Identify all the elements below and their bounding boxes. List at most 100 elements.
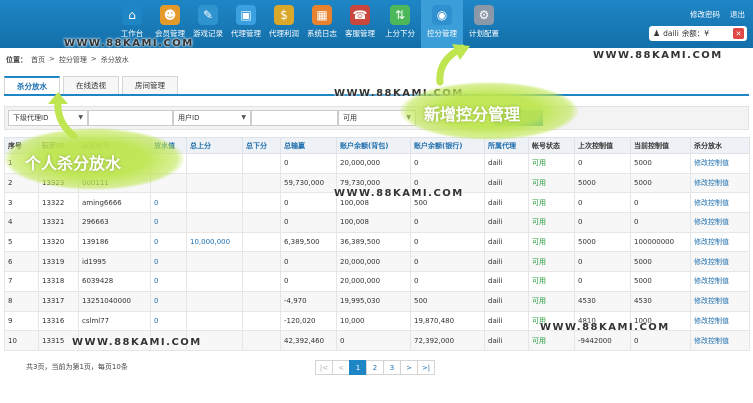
table-cell: 100000000 (630, 231, 691, 253)
table-cell: 20,000,000 (336, 153, 411, 174)
watermark-text: WWW.88KAMI.COM (593, 50, 723, 61)
callout-personal-kill: 个人杀分放水 (25, 154, 122, 173)
table-cell: 13316 (38, 310, 79, 332)
table-cell: 139186 (78, 231, 151, 253)
nav-item-6[interactable]: ☎ 客服管理 (341, 0, 379, 48)
nav-item-label: 代理管理 (231, 29, 261, 38)
breadcrumb-label: 位置： (6, 56, 27, 64)
table-cell (186, 310, 243, 332)
table-cell (242, 271, 281, 292)
modify-control-link[interactable]: 修改控制值 (690, 231, 750, 253)
modify-control-link[interactable]: 修改控制值 (690, 290, 750, 312)
table-cell: 可用 (528, 231, 575, 253)
modify-control-link[interactable]: 修改控制值 (690, 271, 750, 292)
nav-item-7[interactable]: ⇅ 上分下分 (379, 0, 421, 48)
table-cell: 0 (150, 231, 187, 253)
change-password-link[interactable]: 修改密码 (690, 9, 720, 20)
table-cell (186, 271, 243, 292)
page-button[interactable]: < (332, 360, 350, 375)
modify-control-link[interactable]: 修改控制值 (690, 251, 750, 273)
table-cell: daili (484, 290, 529, 312)
nav-item-9[interactable]: ⚙ 计划配置 (463, 0, 505, 48)
table-cell (186, 153, 243, 174)
nav-item-label: 上分下分 (385, 29, 415, 38)
table-cell (186, 172, 243, 194)
table-cell: 6 (4, 251, 39, 273)
table-cell: 0 (280, 153, 337, 174)
page-button[interactable]: > (400, 360, 418, 375)
table-cell (186, 290, 243, 312)
callout-arrow-icon (48, 92, 78, 140)
nav-item-5[interactable]: ▦ 系统日志 (303, 0, 341, 48)
calendar-icon: ▦ (312, 5, 332, 25)
table-cell (242, 153, 281, 174)
table-cell: 5 (4, 231, 39, 253)
table-cell: 72,392,000 (410, 330, 485, 351)
table-cell: 0 (150, 192, 187, 214)
table-cell: 13318 (38, 271, 79, 292)
modify-control-link[interactable]: 修改控制值 (690, 212, 750, 233)
nav-item-label: 客服管理 (345, 29, 375, 38)
table-cell (242, 172, 281, 194)
table-cell: 0 (410, 153, 485, 174)
users-icon: ☻ (160, 5, 180, 25)
modify-control-link[interactable]: 修改控制值 (690, 310, 750, 332)
table-cell: 可用 (528, 212, 575, 233)
money-bag-icon: $ (274, 5, 294, 25)
table-cell: 0 (410, 271, 485, 292)
logout-link[interactable]: 退出 (730, 9, 745, 20)
table-cell: 5000 (574, 172, 631, 194)
page-button[interactable]: >| (417, 360, 435, 375)
page-button[interactable]: |< (315, 360, 333, 375)
nav-item-4[interactable]: $ 代理利润 (265, 0, 303, 48)
table-cell: 19,995,030 (336, 290, 411, 312)
edit-icon: ✎ (198, 5, 218, 25)
table-cell (242, 192, 281, 214)
table-cell (242, 212, 281, 233)
table-cell: 可用 (528, 251, 575, 273)
table-cell: 可用 (528, 290, 575, 312)
watermark-text: WWW.88KAMI.COM (64, 38, 194, 49)
modify-control-link[interactable]: 修改控制值 (690, 153, 750, 174)
agent-id-input[interactable] (88, 110, 173, 126)
column-header: 总上分 (186, 137, 243, 154)
breadcrumb-item-control[interactable]: 控分管理 (59, 55, 87, 65)
nav-item-2[interactable]: ✎ 游戏记录 (189, 0, 227, 48)
close-icon[interactable]: ✕ (733, 28, 744, 39)
pagination: |< <1 2 3 > >| (315, 360, 435, 375)
user-id-input[interactable] (251, 110, 338, 126)
column-header: 上次控制值 (574, 137, 631, 154)
tab-room-management[interactable]: 房间管理 (122, 76, 178, 94)
modify-control-link[interactable]: 修改控制值 (690, 330, 750, 351)
table-cell: 可用 (528, 192, 575, 214)
table-cell: 0 (410, 251, 485, 273)
table-cell: 0 (150, 212, 187, 233)
updown-icon: ⇅ (390, 5, 410, 25)
user-id-select-value: 用户ID (178, 114, 200, 122)
page-button[interactable]: 3 (383, 360, 401, 375)
table-cell: 0 (150, 310, 187, 332)
table-cell: 0 (574, 212, 631, 233)
table-cell: 0 (574, 271, 631, 292)
table-cell: 4530 (630, 290, 691, 312)
table-cell: 0 (630, 192, 691, 214)
table-cell: 可用 (528, 330, 575, 351)
page-button[interactable]: 1 (349, 360, 367, 375)
table-cell: daili (484, 310, 529, 332)
table-cell: 7 (4, 271, 39, 292)
page-button[interactable]: 2 (366, 360, 384, 375)
breadcrumb-item-home[interactable]: 首页 (31, 55, 45, 65)
modify-control-link[interactable]: 修改控制值 (690, 192, 750, 214)
watermark-text: WWW.88KAMI.COM (72, 337, 202, 348)
breadcrumb-separator: > (90, 55, 97, 63)
nav-item-3[interactable]: ▣ 代理管理 (227, 0, 265, 48)
table-cell (186, 212, 243, 233)
table-cell: 5000 (574, 231, 631, 253)
table-cell: 可用 (528, 153, 575, 174)
table-cell: 0 (336, 330, 411, 351)
home-icon: ⌂ (122, 5, 142, 25)
modify-control-link[interactable]: 修改控制值 (690, 172, 750, 194)
support-icon: ☎ (350, 5, 370, 25)
user-id-select[interactable]: 用户ID ▼ (173, 110, 251, 126)
nav-item-8[interactable]: ◉ 控分管理 (421, 0, 463, 48)
